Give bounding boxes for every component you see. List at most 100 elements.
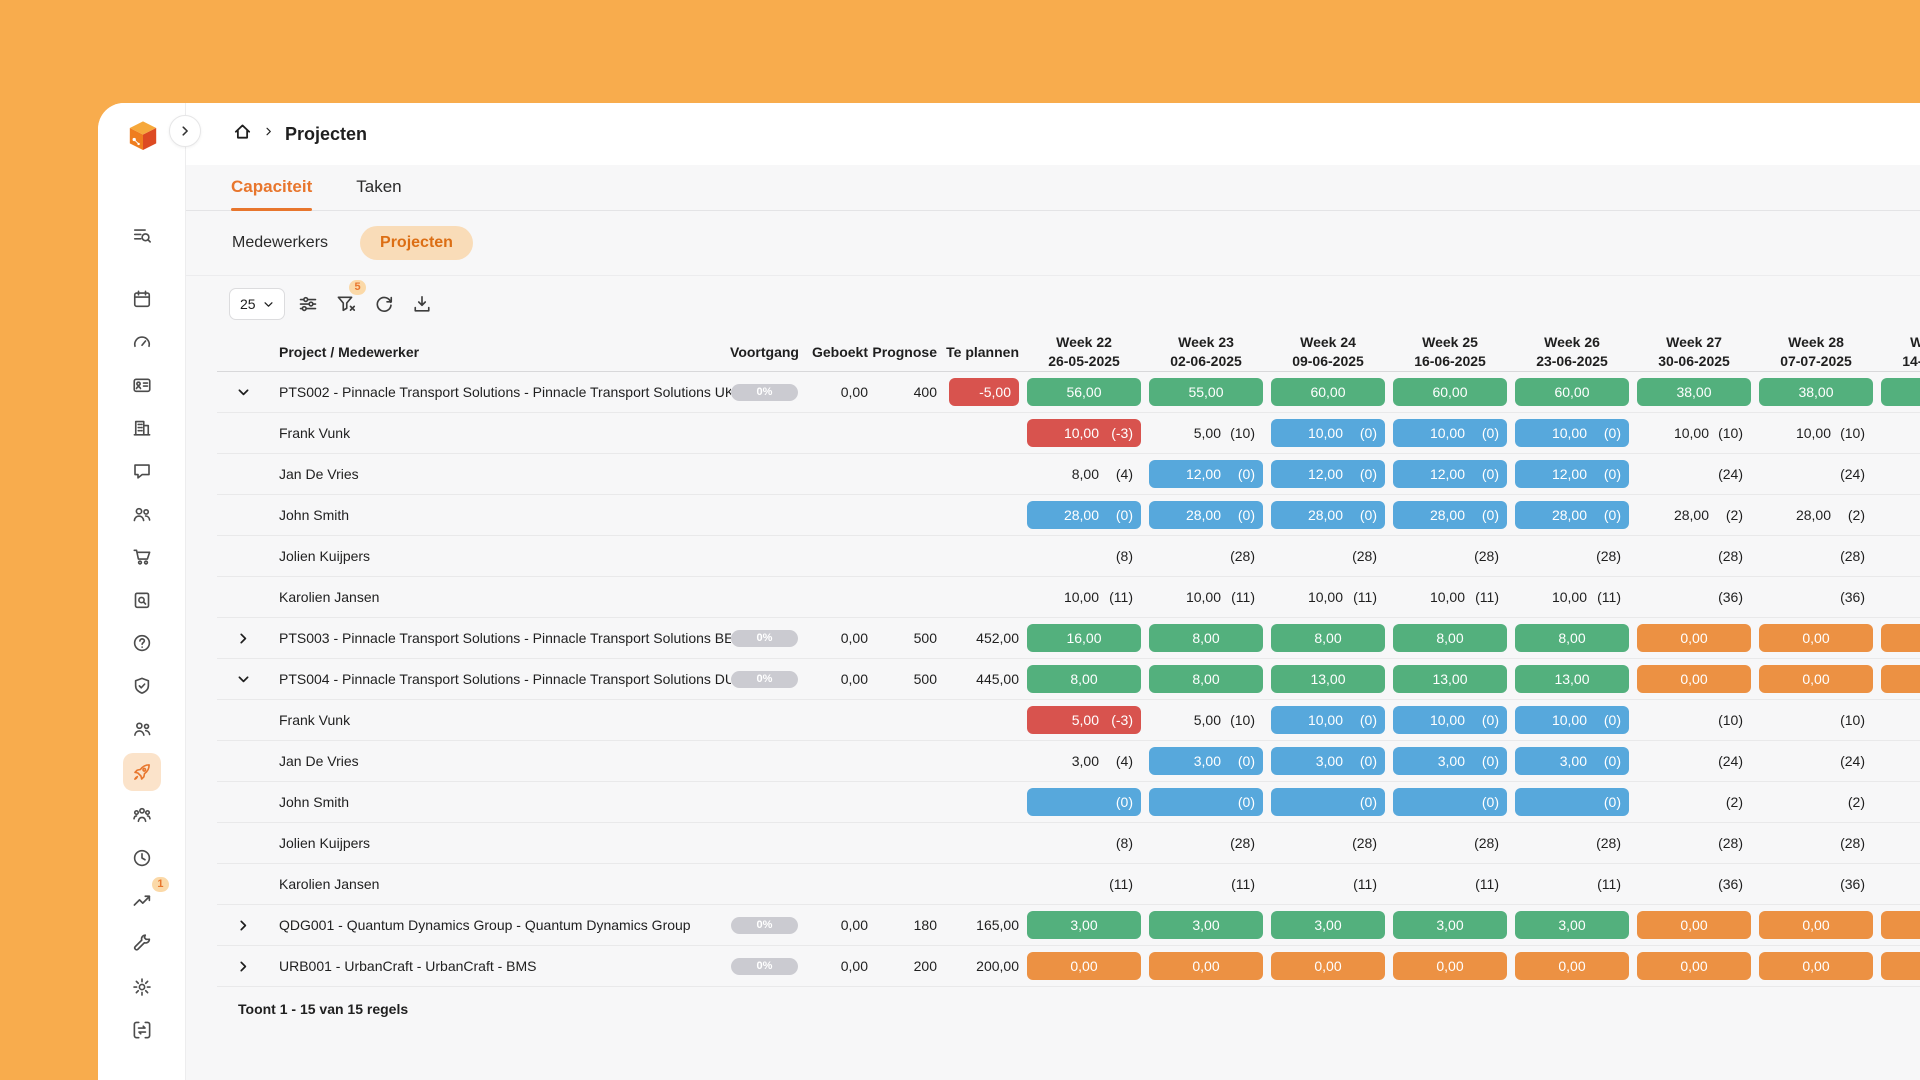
clear-filters-button[interactable]: 5 [329,287,363,321]
sidebar-item-time[interactable] [123,839,161,877]
app-logo[interactable] [121,117,165,161]
capacity-cell[interactable]: 5,00(-3) [1027,706,1141,734]
capacity-cell[interactable]: (28) [1149,829,1263,857]
capacity-cell[interactable]: 10,00(0) [1271,419,1385,447]
tab-taken[interactable]: Taken [356,177,401,210]
expand-project-icon[interactable] [233,917,253,933]
sidebar-item-card[interactable] [123,366,161,404]
capacity-cell[interactable]: 0,00 [1637,911,1751,939]
capacity-cell[interactable]: 3,00 [1149,911,1263,939]
sidebar-item-reports[interactable]: 1 [123,882,161,920]
capacity-cell[interactable]: 12,00(0) [1515,460,1629,488]
capacity-cell[interactable]: 10,00(11) [1149,583,1263,611]
capacity-cell[interactable] [1881,911,1920,939]
capacity-cell[interactable]: (8) [1027,829,1141,857]
sidebar-item-members[interactable] [123,710,161,748]
capacity-cell[interactable]: (28) [1515,829,1629,857]
capacity-cell[interactable]: 0,00 [1027,952,1141,980]
sidebar-item-search-list[interactable] [123,216,161,254]
capacity-cell[interactable]: (28) [1637,542,1751,570]
capacity-cell[interactable]: 10,00(11) [1027,583,1141,611]
capacity-cell[interactable]: (36) [1637,583,1751,611]
capacity-cell[interactable]: 8,00 [1149,665,1263,693]
capacity-cell[interactable]: (28) [1515,542,1629,570]
page-size-select[interactable]: 25 [229,288,285,320]
expand-project-icon[interactable] [233,630,253,646]
capacity-cell[interactable]: 3,00 [1027,911,1141,939]
sidebar-item-security[interactable] [123,667,161,705]
capacity-cell[interactable]: 3,00(0) [1393,747,1507,775]
refresh-button[interactable] [367,287,401,321]
capacity-cell[interactable]: 8,00 [1271,624,1385,652]
capacity-cell[interactable]: 0,00 [1271,952,1385,980]
capacity-cell[interactable]: 8,00 [1515,624,1629,652]
capacity-cell[interactable]: 0,00 [1637,665,1751,693]
capacity-cell[interactable]: 8,00 [1149,624,1263,652]
capacity-cell[interactable]: (24) [1759,460,1873,488]
capacity-cell[interactable]: 0,00 [1637,952,1751,980]
collapse-project-icon[interactable] [233,384,253,400]
capacity-cell[interactable]: 5,00(10) [1149,706,1263,734]
capacity-cell[interactable]: (28) [1393,542,1507,570]
capacity-cell[interactable]: (0) [1515,788,1629,816]
capacity-cell[interactable]: (36) [1759,583,1873,611]
capacity-cell[interactable]: (11) [1027,870,1141,898]
capacity-cell[interactable] [1881,624,1920,652]
capacity-cell[interactable]: 28,00(0) [1515,501,1629,529]
capacity-cell[interactable]: 55,00 [1149,378,1263,406]
sidebar-expand-button[interactable] [169,115,201,147]
capacity-cell[interactable] [1881,952,1920,980]
capacity-cell[interactable]: (24) [1759,747,1873,775]
capacity-cell[interactable]: (8) [1027,542,1141,570]
capacity-cell[interactable]: (11) [1271,870,1385,898]
sidebar-item-tools[interactable] [123,925,161,963]
capacity-cell[interactable]: (11) [1393,870,1507,898]
capacity-cell[interactable]: (36) [1637,870,1751,898]
capacity-cell[interactable]: (2) [1759,788,1873,816]
view-settings-button[interactable] [291,287,325,321]
capacity-cell[interactable]: 16,00 [1027,624,1141,652]
capacity-cell[interactable]: (28) [1271,829,1385,857]
capacity-cell[interactable]: 60,00 [1271,378,1385,406]
capacity-cell[interactable]: 3,00(0) [1271,747,1385,775]
capacity-cell[interactable]: 28,00(2) [1637,501,1751,529]
capacity-cell[interactable]: 3,00 [1393,911,1507,939]
capacity-cell[interactable]: (24) [1637,460,1751,488]
capacity-cell[interactable]: (24) [1637,747,1751,775]
sidebar-item-resources[interactable] [123,796,161,834]
sidebar-item-settings[interactable] [123,968,161,1006]
capacity-cell[interactable]: (28) [1637,829,1751,857]
capacity-cell[interactable]: 10,00(11) [1271,583,1385,611]
capacity-cell[interactable]: 10,00(0) [1271,706,1385,734]
home-icon[interactable] [233,122,252,146]
capacity-cell[interactable]: 10,00(10) [1637,419,1751,447]
capacity-cell[interactable]: 10,00(11) [1515,583,1629,611]
capacity-cell[interactable]: 0,00 [1759,911,1873,939]
capacity-cell[interactable]: (28) [1393,829,1507,857]
capacity-cell[interactable]: 0,00 [1515,952,1629,980]
capacity-cell[interactable]: (0) [1027,788,1141,816]
capacity-cell[interactable]: (11) [1515,870,1629,898]
capacity-cell[interactable]: 0,00 [1759,952,1873,980]
capacity-cell[interactable]: 13,00 [1515,665,1629,693]
capacity-cell[interactable]: 10,00(11) [1393,583,1507,611]
capacity-cell[interactable]: 10,00(0) [1393,706,1507,734]
capacity-cell[interactable]: 0,00 [1637,624,1751,652]
sidebar-item-orders[interactable] [123,538,161,576]
capacity-cell[interactable]: (36) [1759,870,1873,898]
tab-capaciteit[interactable]: Capaciteit [231,177,312,210]
capacity-cell[interactable] [1881,665,1920,693]
capacity-cell[interactable]: (28) [1759,829,1873,857]
capacity-cell[interactable]: (10) [1759,706,1873,734]
capacity-cell[interactable]: 28,00(0) [1027,501,1141,529]
sidebar-item-dashboard[interactable] [123,323,161,361]
capacity-cell[interactable]: 10,00(0) [1515,706,1629,734]
capacity-cell[interactable]: 3,00(0) [1149,747,1263,775]
subtab-projecten[interactable]: Projecten [360,226,473,260]
capacity-cell[interactable]: 0,00 [1393,952,1507,980]
sidebar-item-capacity[interactable] [123,753,161,791]
capacity-cell[interactable]: 28,00(2) [1759,501,1873,529]
capacity-cell[interactable]: 12,00(0) [1393,460,1507,488]
capacity-cell[interactable]: 12,00(0) [1149,460,1263,488]
capacity-cell[interactable]: (28) [1271,542,1385,570]
